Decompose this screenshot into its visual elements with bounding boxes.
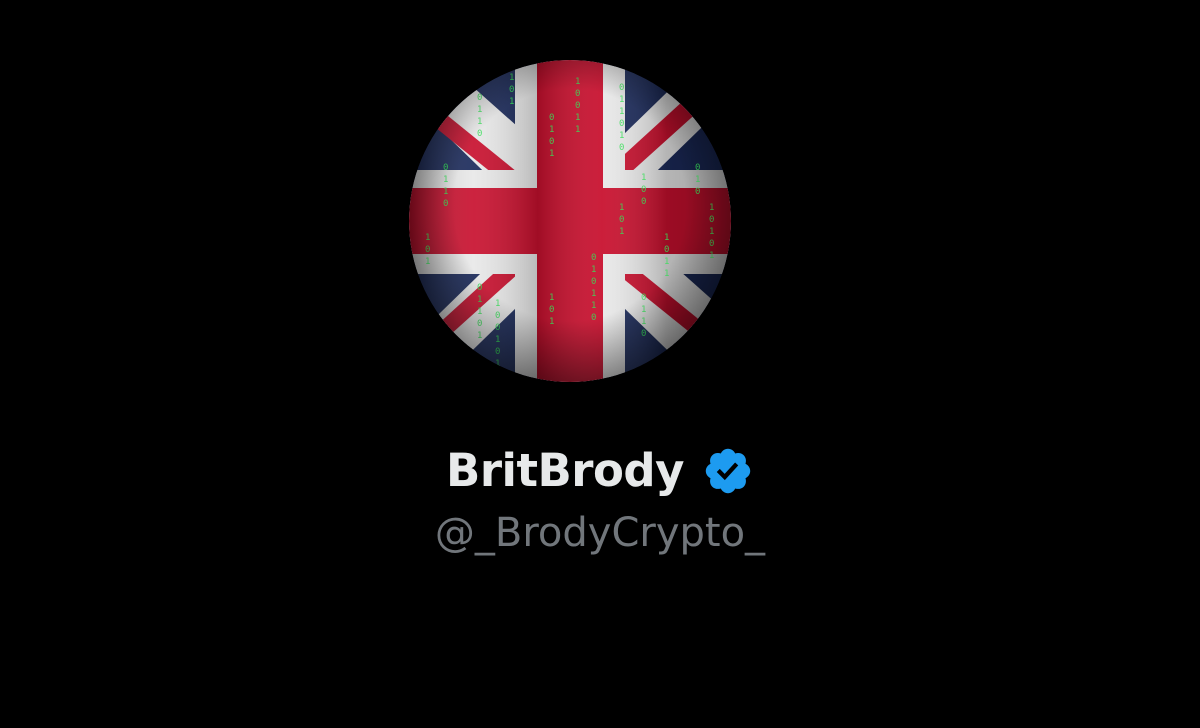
profile-card: 0110 01101 100101 101 0101 101 10011 010… <box>0 0 1200 728</box>
profile-avatar[interactable]: 0110 01101 100101 101 0101 101 10011 010… <box>409 60 731 382</box>
verified-badge-icon[interactable] <box>702 445 754 497</box>
user-handle[interactable]: @_BrodyCrypto_ <box>0 506 1200 560</box>
name-row: BritBrody <box>0 440 1200 502</box>
union-jack-flag-avatar: 0110 01101 100101 101 0101 101 10011 010… <box>409 60 731 382</box>
display-name[interactable]: BritBrody <box>446 440 684 502</box>
